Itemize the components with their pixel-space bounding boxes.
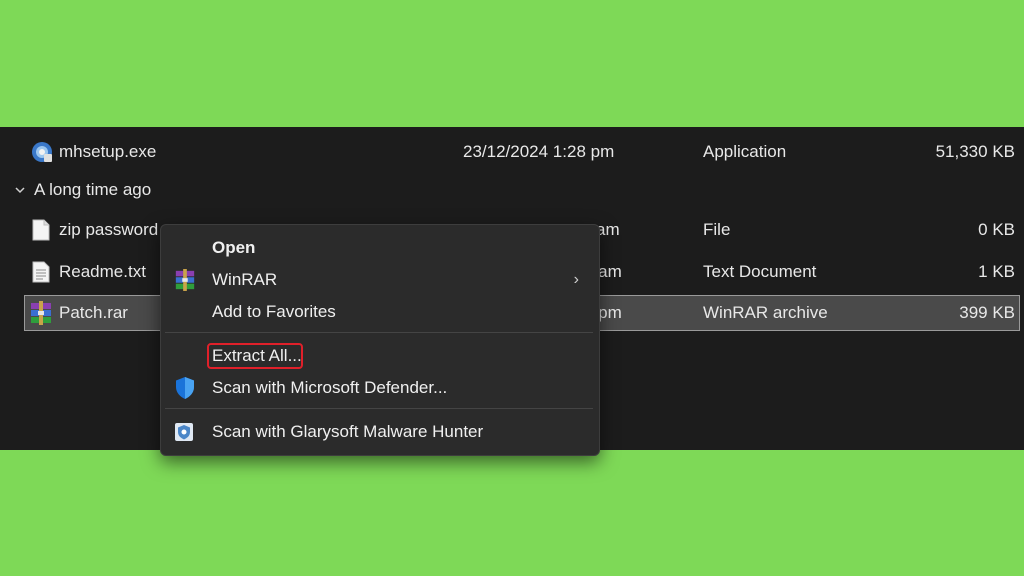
menu-divider [165,408,593,409]
file-type: WinRAR archive [703,303,828,322]
chevron-right-icon: › [573,271,579,288]
menu-item-open[interactable]: Open [161,233,597,263]
file-name: mhsetup.exe [59,142,157,161]
file-date: 23/12/2024 1:28 pm [463,142,615,161]
file-size: 1 KB [978,262,1015,281]
glarysoft-shield-icon [175,423,193,441]
file-type: File [703,220,731,239]
file-size: 399 KB [959,303,1015,322]
defender-shield-icon [176,377,194,399]
menu-item-label: WinRAR [212,270,278,289]
file-type: Application [703,142,787,161]
winrar-icon [175,269,195,291]
context-menu: Open WinRAR › Add to Favorites Extract A… [160,224,600,456]
file-row-mhsetup[interactable]: mhsetup.exe 23/12/2024 1:28 pm Applicati… [0,134,1024,170]
file-name: Patch.rar [59,303,128,322]
setup-exe-icon [32,142,52,162]
menu-item-label: Add to Favorites [212,302,336,321]
extract-all-highlight [207,343,303,369]
file-size: 0 KB [978,220,1015,239]
file-name: zip password [59,220,159,239]
file-name: Readme.txt [59,262,146,281]
file-type: Text Document [703,262,817,281]
group-label: A long time ago [34,180,152,199]
chevron-down-icon [15,187,25,194]
group-header-long-ago[interactable]: A long time ago [0,172,1024,208]
menu-divider [165,332,593,333]
menu-item-label: Scan with Glarysoft Malware Hunter [212,422,484,441]
menu-item-label: Scan with Microsoft Defender... [212,378,448,397]
menu-item-winrar[interactable]: WinRAR › [161,265,597,295]
menu-item-label: Open [212,238,256,257]
blank-file-icon [32,219,50,241]
winrar-archive-icon [31,301,51,325]
text-file-icon [32,261,50,283]
file-size: 51,330 KB [935,142,1015,161]
menu-item-scan-glarysoft[interactable]: Scan with Glarysoft Malware Hunter [161,417,597,447]
menu-item-scan-defender[interactable]: Scan with Microsoft Defender... [161,373,597,403]
menu-item-add-to-favorites[interactable]: Add to Favorites [161,297,597,327]
